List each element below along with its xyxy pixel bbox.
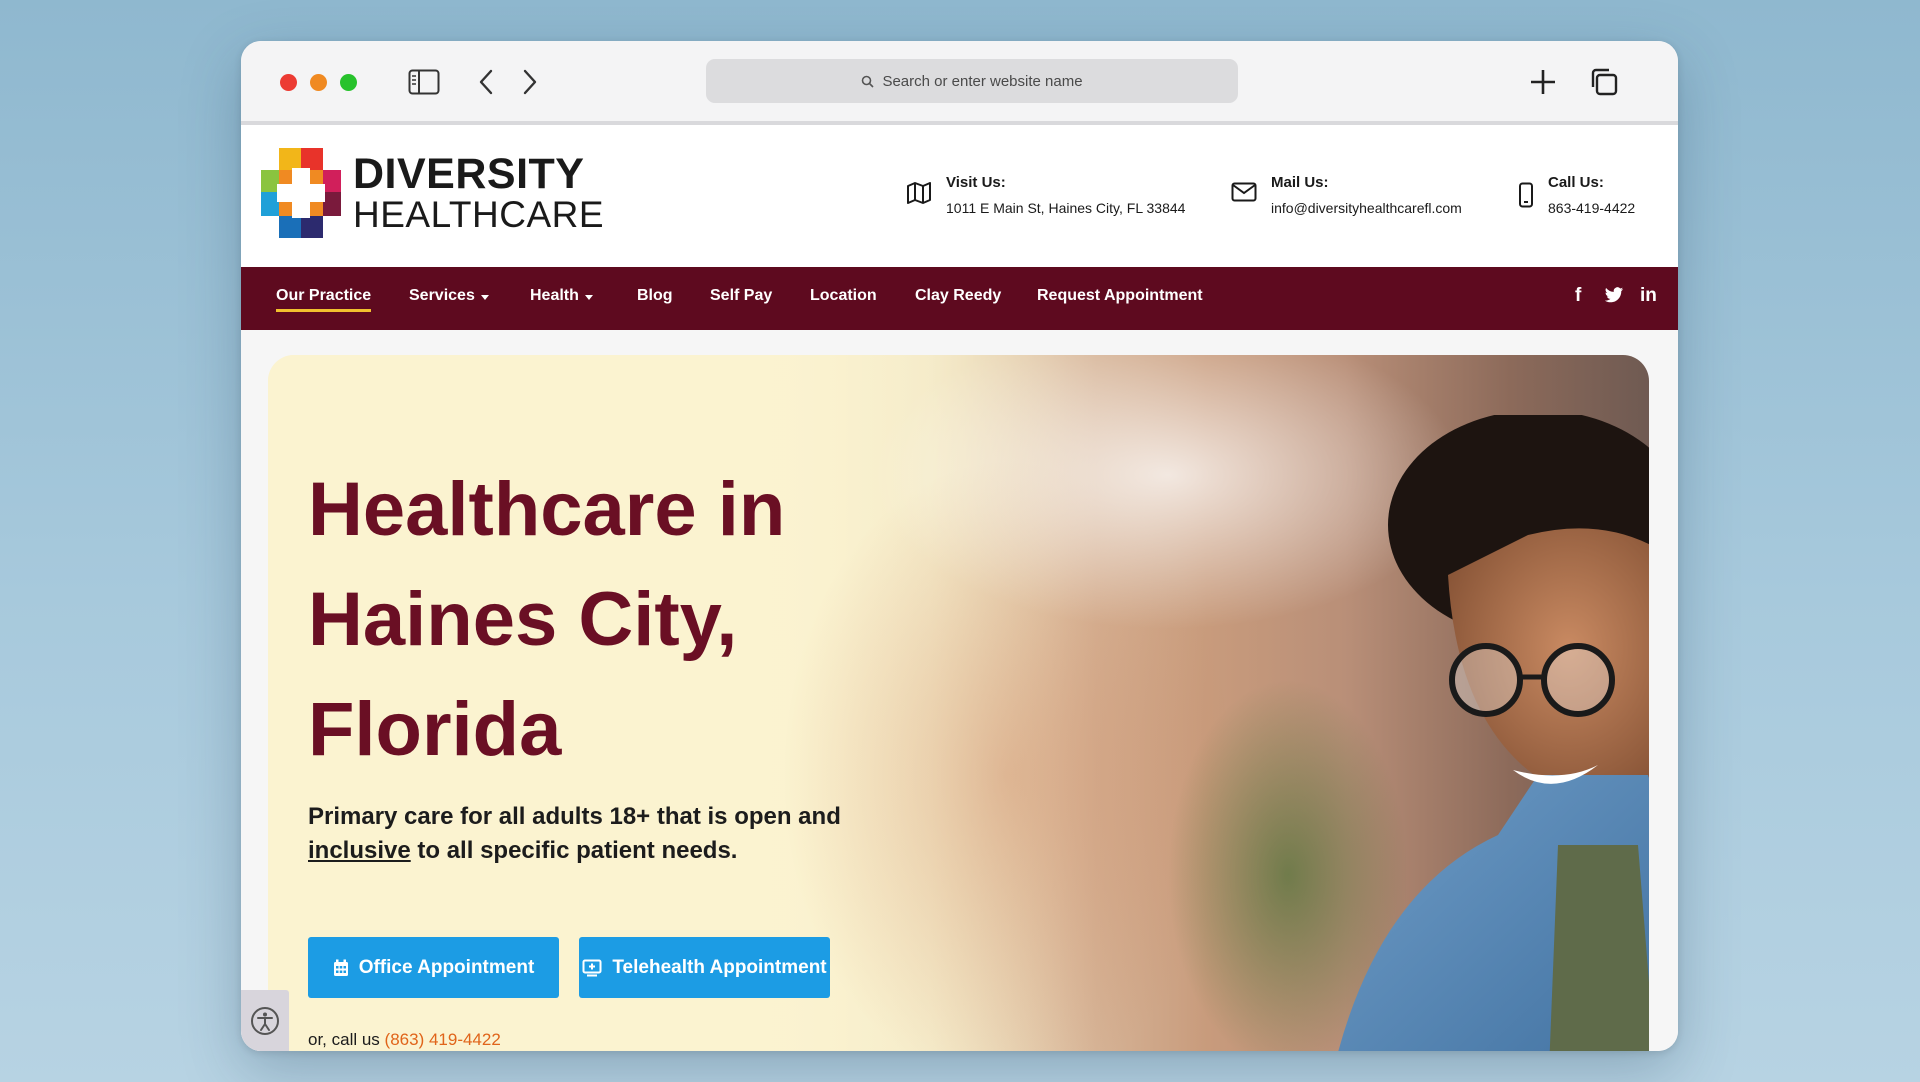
linkedin-icon[interactable]: in bbox=[1640, 285, 1657, 307]
phone-link[interactable]: 863-419-4422 bbox=[1548, 200, 1635, 216]
nav-item-services[interactable]: Services bbox=[409, 287, 489, 305]
tab-overview-icon[interactable] bbox=[1587, 67, 1621, 97]
nav-item-location[interactable]: Location bbox=[810, 287, 877, 305]
contact-mail: Mail Us: info@diversityhealthcarefl.com bbox=[1231, 174, 1462, 216]
calendar-icon bbox=[333, 959, 348, 976]
nav-item-label: Blog bbox=[637, 287, 673, 304]
hero-section: Healthcare in Haines City, Florida Prima… bbox=[241, 330, 1678, 1051]
sidebar-toggle-icon[interactable] bbox=[407, 67, 441, 97]
smiling-man-photo bbox=[1338, 415, 1649, 1051]
twitter-icon[interactable] bbox=[1604, 287, 1624, 310]
logo-wordmark-line1: DIVERSITY bbox=[353, 150, 585, 198]
nav-item-self-pay[interactable]: Self Pay bbox=[710, 287, 772, 305]
nav-item-clay-reedy[interactable]: Clay Reedy bbox=[915, 287, 1001, 305]
nav-item-label: Health bbox=[530, 287, 579, 304]
chevron-down-icon bbox=[584, 295, 593, 300]
address-bar-placeholder: Search or enter website name bbox=[882, 72, 1083, 90]
minimize-window-button[interactable] bbox=[310, 74, 327, 91]
back-arrow-icon[interactable] bbox=[469, 67, 503, 97]
call-us-prefix: or, call us bbox=[308, 1030, 380, 1049]
main-navigation: Our Practice Services Health Blog Self P… bbox=[241, 267, 1678, 330]
telehealth-monitor-icon bbox=[582, 959, 602, 976]
office-appointment-label: Office Appointment bbox=[358, 956, 535, 978]
call-label: Call Us: bbox=[1548, 174, 1604, 191]
hero-banner: Healthcare in Haines City, Florida Prima… bbox=[268, 355, 1649, 1051]
contact-call: Call Us: 863-419-4422 bbox=[1518, 174, 1635, 216]
call-us-line: or, call us (863) 419-4422 bbox=[308, 1030, 501, 1050]
address-bar[interactable]: Search or enter website name bbox=[706, 59, 1238, 103]
telehealth-appointment-button[interactable]: Telehealth Appointment bbox=[579, 937, 830, 998]
close-window-button[interactable] bbox=[280, 74, 297, 91]
browser-window: Search or enter website name DIVERSITY H… bbox=[241, 41, 1678, 1051]
nav-item-label: Location bbox=[810, 287, 877, 304]
nav-item-label: Our Practice bbox=[276, 287, 372, 304]
hero-title: Healthcare in Haines City, Florida bbox=[308, 467, 786, 772]
forward-arrow-icon[interactable] bbox=[513, 67, 547, 97]
email-link[interactable]: info@diversityhealthcarefl.com bbox=[1271, 200, 1462, 216]
accessibility-icon bbox=[251, 1006, 279, 1035]
hero-subtitle: Primary care for all adults 18+ that is … bbox=[308, 800, 908, 868]
chevron-down-icon bbox=[480, 295, 489, 300]
accessibility-widget-button[interactable] bbox=[241, 990, 289, 1051]
search-icon bbox=[862, 75, 875, 88]
mail-icon bbox=[1231, 182, 1257, 202]
contact-visit: Visit Us: 1011 E Main St, Haines City, F… bbox=[906, 174, 1185, 216]
site-logo[interactable]: DIVERSITY HEALTHCARE bbox=[259, 146, 604, 240]
nav-item-label: Self Pay bbox=[710, 287, 773, 304]
nav-item-request-appointment[interactable]: Request Appointment bbox=[1037, 287, 1203, 305]
nav-item-label: Services bbox=[409, 287, 475, 304]
new-tab-icon[interactable] bbox=[1526, 67, 1560, 97]
mail-label: Mail Us: bbox=[1271, 174, 1329, 191]
hero-subtitle-part2: to all specific patient needs. bbox=[417, 837, 738, 864]
call-us-phone-link[interactable]: (863) 419-4422 bbox=[385, 1030, 501, 1049]
logo-wordmark-line2: HEALTHCARE bbox=[353, 194, 605, 235]
site-header: DIVERSITY HEALTHCARE Visit Us: 1011 E Ma… bbox=[241, 129, 1678, 267]
nav-item-label: Request Appointment bbox=[1037, 287, 1203, 304]
nav-item-our-practice[interactable]: Our Practice bbox=[276, 287, 372, 312]
diversity-cross-logo-icon bbox=[261, 148, 341, 238]
telehealth-appointment-label: Telehealth Appointment bbox=[612, 956, 827, 978]
hero-subtitle-part1: Primary care for all adults 18+ that is … bbox=[308, 803, 841, 830]
visit-label: Visit Us: bbox=[946, 174, 1006, 191]
address-text[interactable]: 1011 E Main St, Haines City, FL 33844 bbox=[946, 200, 1185, 216]
nav-item-health[interactable]: Health bbox=[530, 287, 593, 305]
facebook-icon[interactable]: f bbox=[1575, 285, 1581, 307]
inclusive-link[interactable]: inclusive bbox=[308, 837, 411, 864]
phone-icon bbox=[1519, 182, 1533, 208]
nav-item-label: Clay Reedy bbox=[915, 287, 1002, 304]
browser-toolbar: Search or enter website name bbox=[241, 41, 1678, 125]
map-icon bbox=[907, 182, 931, 204]
office-appointment-button[interactable]: Office Appointment bbox=[308, 937, 559, 998]
nav-item-blog[interactable]: Blog bbox=[637, 287, 673, 305]
maximize-window-button[interactable] bbox=[340, 74, 357, 91]
